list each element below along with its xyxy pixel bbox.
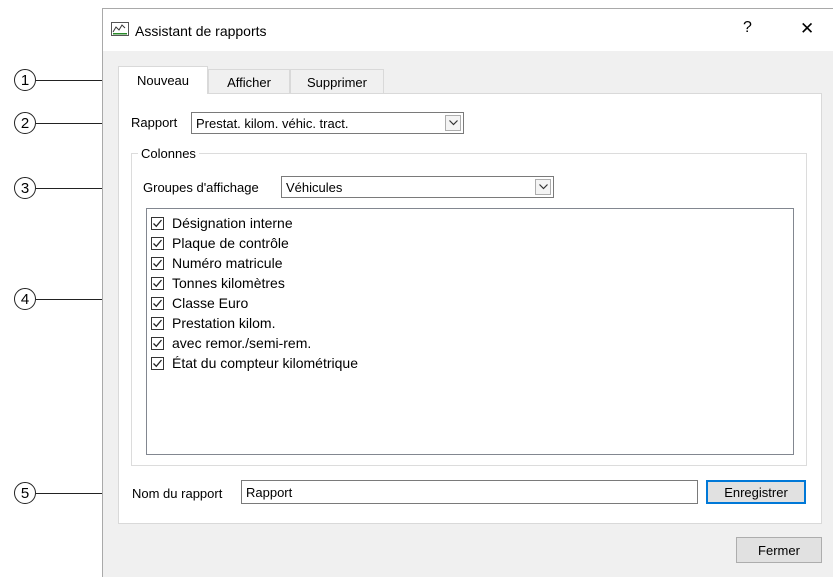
app-icon: [111, 22, 129, 36]
report-select-value: Prestat. kilom. véhic. tract.: [196, 116, 349, 131]
list-item-label: Classe Euro: [172, 295, 249, 311]
list-item-label: Tonnes kilomètres: [172, 275, 285, 291]
close-window-button[interactable]: ✕: [800, 19, 814, 39]
list-item-label: Numéro matricule: [172, 255, 283, 271]
list-item[interactable]: Prestation kilom.: [151, 313, 275, 333]
window-title: Assistant de rapports: [135, 23, 267, 39]
list-item[interactable]: Numéro matricule: [151, 253, 282, 273]
checkbox[interactable]: [151, 356, 164, 370]
title-bar: Assistant de rapports ? ✕: [103, 9, 833, 51]
callout-5: 5: [14, 482, 36, 504]
list-item-label: Prestation kilom.: [172, 315, 276, 331]
callout-4: 4: [14, 288, 36, 310]
checkbox[interactable]: [151, 216, 164, 230]
checkbox[interactable]: [151, 296, 164, 310]
save-button[interactable]: Enregistrer: [706, 480, 806, 504]
tab-supprimer-label: Supprimer: [307, 74, 367, 90]
list-item[interactable]: avec remor./semi-rem.: [151, 333, 311, 353]
columns-groupbox-title: Colonnes: [138, 146, 199, 161]
callout-1: 1: [14, 69, 36, 91]
list-item-label: État du compteur kilométrique: [172, 355, 358, 371]
close-button-label: Fermer: [758, 542, 800, 558]
chevron-down-icon[interactable]: [445, 115, 461, 131]
list-item[interactable]: État du compteur kilométrique: [151, 353, 358, 373]
checkbox[interactable]: [151, 256, 164, 270]
checkbox[interactable]: [151, 236, 164, 250]
list-item[interactable]: Plaque de contrôle: [151, 233, 289, 253]
report-label: Rapport: [131, 115, 178, 130]
checkbox[interactable]: [151, 336, 164, 350]
list-item-label: Plaque de contrôle: [172, 235, 289, 251]
columns-checklist[interactable]: Désignation interne Plaque de contrôle N…: [146, 208, 794, 455]
report-select[interactable]: Prestat. kilom. véhic. tract.: [191, 112, 464, 134]
tab-afficher[interactable]: Afficher: [208, 69, 290, 94]
callout-2: 2: [14, 112, 36, 134]
chevron-down-icon[interactable]: [535, 179, 551, 195]
close-button[interactable]: Fermer: [736, 537, 822, 563]
tab-afficher-label: Afficher: [227, 74, 271, 90]
checkbox[interactable]: [151, 316, 164, 330]
save-button-label: Enregistrer: [724, 484, 788, 500]
tab-nouveau-label: Nouveau: [136, 73, 190, 88]
tab-supprimer[interactable]: Supprimer: [290, 69, 384, 94]
list-item[interactable]: Tonnes kilomètres: [151, 273, 285, 293]
list-item[interactable]: Classe Euro: [151, 293, 248, 313]
tab-nouveau[interactable]: Nouveau: [118, 66, 208, 94]
callout-3: 3: [14, 177, 36, 199]
checkbox[interactable]: [151, 276, 164, 290]
report-name-label: Nom du rapport: [132, 486, 223, 501]
display-groups-select[interactable]: Véhicules: [281, 176, 554, 198]
report-name-value: Rapport: [246, 485, 293, 500]
list-item-label: avec remor./semi-rem.: [172, 335, 312, 351]
display-groups-label: Groupes d'affichage: [143, 180, 259, 195]
display-groups-select-value: Véhicules: [286, 180, 343, 195]
list-item-label: Désignation interne: [172, 215, 293, 231]
report-name-input[interactable]: Rapport: [241, 480, 698, 504]
list-item[interactable]: Désignation interne: [151, 213, 293, 233]
help-button[interactable]: ?: [743, 19, 752, 37]
